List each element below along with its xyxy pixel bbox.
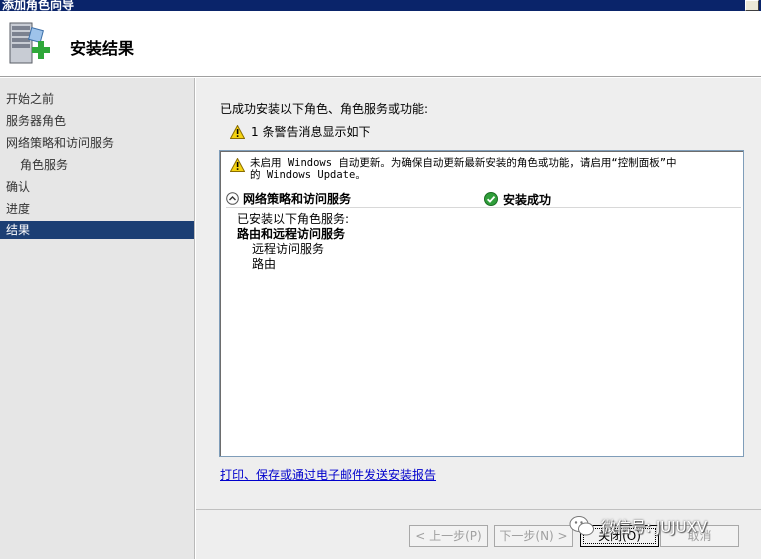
warning-summary: 1 条警告消息显示如下 — [230, 123, 370, 140]
next-button[interactable]: 下一步(N) > — [494, 525, 573, 547]
back-button[interactable]: < 上一步(P) — [409, 525, 488, 547]
wizard-content: 已成功安装以下角色、角色服务或功能: 1 条警告消息显示如下 未启用 Windo… — [196, 78, 761, 559]
sidebar-item-role-services[interactable]: 角色服务 — [0, 156, 194, 174]
sidebar-item-results[interactable]: 结果 — [0, 221, 194, 239]
wechat-icon — [569, 516, 594, 536]
install-status: 安装成功 — [484, 190, 551, 208]
installed-label: 已安装以下角色服务: — [237, 212, 350, 226]
warning-icon — [230, 158, 245, 172]
warning-icon — [230, 124, 245, 139]
wizard-header: 安装结果 — [0, 11, 761, 77]
role-result-row: 网络策略和访问服务 安装成功 — [226, 190, 741, 208]
wizard-sidebar: 开始之前 服务器角色 网络策略和访问服务 角色服务 确认 进度 结果 — [0, 78, 195, 559]
role-service-item: 远程访问服务 — [252, 242, 325, 256]
page-title: 安装结果 — [70, 39, 135, 58]
wechat-watermark: 微信号: JUJUXV — [569, 515, 707, 537]
update-notice: 未启用 Windows 自动更新。为确保自动更新最新安装的角色或功能，请启用“控… — [230, 157, 740, 181]
sidebar-item-server-roles[interactable]: 服务器角色 — [0, 112, 194, 130]
install-status-text: 安装成功 — [503, 192, 552, 207]
notice-line-1: 未启用 Windows 自动更新。为确保自动更新最新安装的角色或功能，请启用“控… — [250, 157, 677, 169]
notice-line-2: 的 Windows Update。 — [250, 169, 366, 181]
sidebar-item-progress[interactable]: 进度 — [0, 200, 194, 218]
install-report-link[interactable]: 打印、保存或通过电子邮件发送安装报告 — [220, 466, 436, 483]
watermark-text: 微信号: JUJUXV — [601, 517, 708, 536]
role-name: 网络策略和访问服务 — [243, 192, 352, 206]
service-group-name: 路由和远程访问服务 — [237, 227, 346, 241]
results-panel: 未启用 Windows 自动更新。为确保自动更新最新安装的角色或功能，请启用“控… — [219, 150, 744, 457]
warning-count-text: 1 条警告消息显示如下 — [251, 125, 371, 139]
server-add-icon — [9, 22, 50, 64]
sidebar-item-before-you-begin[interactable]: 开始之前 — [0, 90, 194, 108]
success-message: 已成功安装以下角色、角色服务或功能: — [220, 102, 429, 116]
window-titlebar: 添加角色向导 — [0, 0, 761, 11]
collapse-chevron-icon[interactable] — [226, 192, 239, 205]
footer-divider — [196, 509, 761, 510]
window-close-button[interactable] — [745, 0, 759, 11]
sidebar-item-confirmation[interactable]: 确认 — [0, 178, 194, 196]
success-check-icon — [484, 192, 498, 206]
window-title: 添加角色向导 — [2, 0, 75, 11]
role-service-item: 路由 — [252, 257, 277, 271]
sidebar-item-npas[interactable]: 网络策略和访问服务 — [0, 134, 194, 152]
